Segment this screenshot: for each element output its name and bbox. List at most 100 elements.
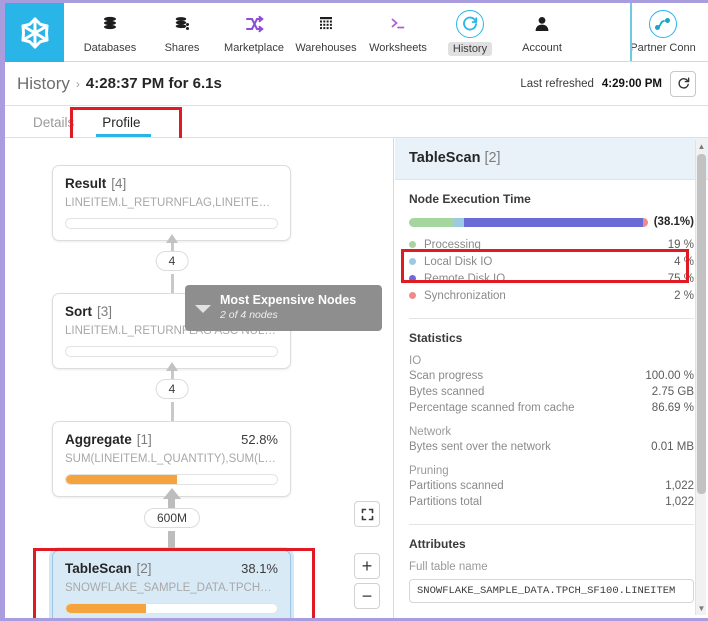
fit-to-screen-button[interactable] [354,501,380,527]
query-profile-graph[interactable]: Result [4] LINEITEM.L_RETURNFLAG,LINEITE… [5,138,394,618]
zoom-out-button[interactable]: − [354,583,380,609]
node-header: TableScan [2] 38.1% [65,561,278,576]
exec-time-bar-row: (38.1%) [409,216,694,228]
legend-color-dot [409,258,416,265]
exec-time-bar [409,218,648,227]
nav-item-account[interactable]: Account [506,3,578,54]
last-refreshed-value: 4:29:00 PM [602,78,662,90]
node-percent: 38.1% [241,561,278,576]
nav-label: History [448,42,492,56]
graph-edge-label-2: 4 [156,379,189,399]
divider [409,524,694,525]
statistics-container: IOScan progress100.00 %Bytes scanned2.75… [409,355,694,510]
graph-node-result[interactable]: Result [4] LINEITEM.L_RETURNFLAG,LINEITE… [52,165,291,241]
triangle-down-icon[interactable]: ▼ [696,602,707,615]
legend-label: Synchronization [424,290,506,302]
nav-item-history[interactable]: History [434,3,506,56]
nav-label: Account [522,42,562,54]
nav-label: Databases [84,42,137,54]
triangle-up-icon[interactable]: ▲ [696,140,707,153]
refresh-button[interactable] [670,71,696,97]
node-percent: 52.8% [241,432,278,447]
node-index: [2] [137,561,152,576]
nav-label: Worksheets [369,42,427,54]
node-detail: SUM(LINEITEM.L_QUANTITY),SUM(LINEIT... [65,453,278,465]
tab-profile[interactable]: Profile [88,115,154,137]
node-progress-bar [65,603,278,614]
graph-node-tablescan[interactable]: TableScan [2] 38.1% SNOWFLAKE_SAMPLE_DAT… [52,550,291,618]
nav-item-worksheets[interactable]: Worksheets [362,3,434,54]
tab-bar: Details Profile [5,106,708,138]
detail-index: [2] [484,150,500,166]
stat-row: Bytes sent over the network0.01 MB [409,439,694,455]
graph-edge-label-3: 600M [144,508,200,528]
legend-value: 75 % [668,273,694,285]
attribute-label: Full table name [409,561,694,573]
stat-value: 2.75 GB [652,386,694,398]
nav-label: Partner Conn [630,42,695,54]
breadcrumb-bar: History › 4:28:37 PM for 6.1s Last refre… [5,62,708,106]
breadcrumb-separator: › [76,77,80,91]
grid-icon [312,10,340,38]
statistics-section-title: Statistics [409,331,694,345]
nav-item-partner-connect[interactable]: Partner Conn [627,3,699,54]
node-detail: SNOWFLAKE_SAMPLE_DATA.TPCH_SF100.... [65,582,278,594]
detail-panel-body: Node Execution Time (38.1%) Processing19… [395,180,708,618]
graph-node-aggregate[interactable]: Aggregate [1] 52.8% SUM(LINEITEM.L_QUANT… [52,421,291,497]
node-progress-bar [65,474,278,485]
stat-group-title: Pruning [409,465,694,477]
legend-color-dot [409,241,416,248]
exec-time-section-title: Node Execution Time [409,192,694,206]
refresh-circle-icon [456,10,484,38]
stat-value: 0.01 MB [651,441,694,453]
nav-label: Warehouses [295,42,356,54]
nav-right-separator [630,3,632,61]
exec-legend-row: Local Disk IO4 % [409,253,694,270]
stat-value: 1,022 [665,480,694,492]
stat-row: Partitions scanned1,022 [409,478,694,494]
nav-item-databases[interactable]: Databases [74,3,146,54]
snowflake-logo[interactable] [5,3,64,62]
node-title: Result [65,176,106,191]
shuffle-icon [240,10,268,38]
legend-color-dot [409,292,416,299]
attribute-value-field[interactable]: SNOWFLAKE_SAMPLE_DATA.TPCH_SF100.LINEITE… [409,579,694,603]
legend-color-dot [409,275,416,282]
node-index: [4] [111,176,126,191]
most-expensive-nodes-tooltip[interactable]: Most Expensive Nodes 2 of 4 nodes [185,285,382,331]
fit-screen-icon [361,508,374,521]
legend-label: Remote Disk IO [424,273,505,285]
stat-label: Percentage scanned from cache [409,402,575,414]
nav-item-shares[interactable]: Shares [146,3,218,54]
node-header: Result [4] [65,176,278,191]
scrollbar-thumb[interactable] [697,154,706,494]
tab-details[interactable]: Details [19,115,88,137]
nav-item-warehouses[interactable]: Warehouses [290,3,362,54]
graph-edge-label-1: 4 [156,251,189,271]
node-title: Sort [65,304,92,319]
node-progress-bar [65,218,278,229]
stat-value: 1,022 [665,496,694,508]
database-icon [96,10,124,38]
zoom-in-button[interactable]: + [354,553,380,579]
terminal-icon [384,10,412,38]
node-index: [1] [137,432,152,447]
node-detail: LINEITEM.L_RETURNFLAG,LINEITEM.L_LIN... [65,197,278,209]
stat-row: Partitions total1,022 [409,494,694,510]
breadcrumb-root[interactable]: History [17,74,70,94]
exec-legend-row: Remote Disk IO 75 % [409,270,694,287]
nav-item-marketplace[interactable]: Marketplace [218,3,290,54]
graph-arrow-result [166,234,178,243]
node-detail-panel: TableScan[2] Node Execution Time (38.1%)… [395,138,708,618]
breadcrumb-current: 4:28:37 PM for 6.1s [86,75,222,92]
stat-label: Bytes scanned [409,386,484,398]
stat-group-title: Network [409,426,694,438]
snowflake-query-profile-window: Databases Shares Marke [0,0,708,621]
nav-items: Databases Shares Marke [64,3,699,61]
node-title: Aggregate [65,432,132,447]
stat-group-title: IO [409,355,694,367]
node-index: [3] [97,304,112,319]
exec-bar-segment [643,218,648,227]
last-refreshed-label: Last refreshed [520,78,594,90]
detail-scrollbar[interactable]: ▲ ▼ [695,140,706,615]
